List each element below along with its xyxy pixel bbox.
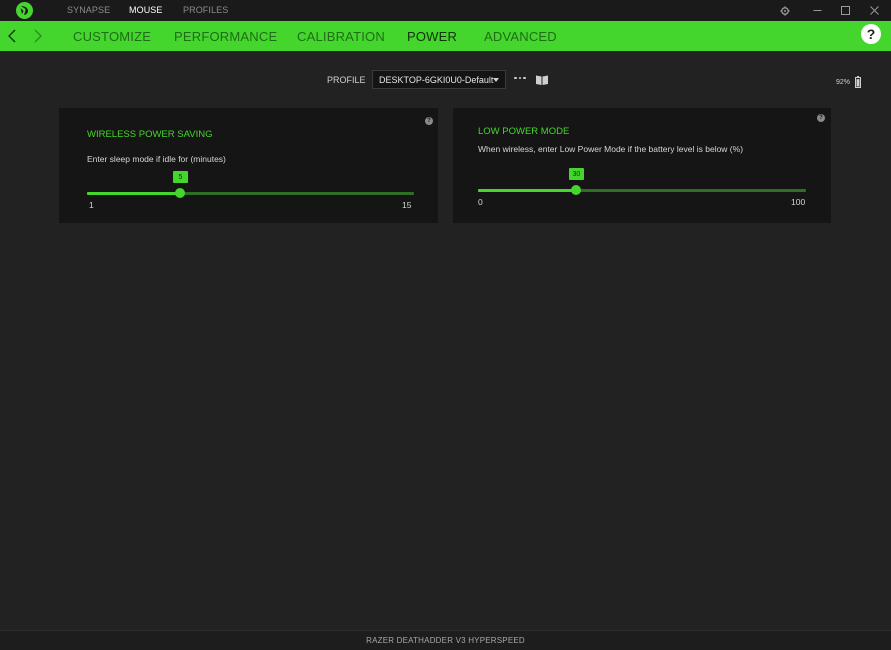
section-nav: CUSTOMIZE PERFORMANCE CALIBRATION POWER … <box>0 21 891 51</box>
caret-down-icon <box>493 78 499 82</box>
tab-advanced[interactable]: ADVANCED <box>484 29 557 44</box>
help-button[interactable]: ? <box>861 24 881 44</box>
slider-fill <box>87 192 181 195</box>
slider-max-label: 15 <box>402 200 412 210</box>
close-button[interactable] <box>864 2 884 19</box>
low-power-mode-panel: LOW POWER MODE ? When wireless, enter Lo… <box>453 108 831 223</box>
panel-description: When wireless, enter Low Power Mode if t… <box>478 144 744 154</box>
book-icon <box>536 75 548 85</box>
battery-percent: 92% <box>836 79 851 86</box>
slider-fill <box>478 189 577 192</box>
top-tab-profiles[interactable]: PROFILES <box>183 5 228 15</box>
razer-logo-icon <box>16 2 33 19</box>
minimize-icon <box>813 10 821 11</box>
chevron-left-icon <box>8 29 16 43</box>
slider-min-label: 0 <box>478 197 483 207</box>
panel-title: WIRELESS POWER SAVING <box>87 129 213 140</box>
more-dots-icon <box>514 76 517 80</box>
slider-min-label: 1 <box>89 200 94 210</box>
panel-description: Enter sleep mode if idle for (minutes) <box>87 154 226 164</box>
battery-icon <box>855 75 861 88</box>
top-tab-mouse[interactable]: MOUSE <box>129 5 163 15</box>
maximize-icon <box>840 6 850 15</box>
tab-calibration[interactable]: CALIBRATION <box>297 29 385 44</box>
tab-performance[interactable]: PERFORMANCE <box>174 29 277 44</box>
info-icon[interactable]: ? <box>425 117 433 125</box>
battery-threshold-slider[interactable] <box>478 189 806 192</box>
panel-title: LOW POWER MODE <box>478 126 570 137</box>
profile-dropdown[interactable]: DESKTOP-6GKI0U0-Default <box>372 70 506 89</box>
profile-selected-value: DESKTOP-6GKI0U0-Default <box>379 75 494 85</box>
profile-more-button[interactable] <box>514 75 526 81</box>
info-icon[interactable]: ? <box>817 114 825 122</box>
top-tab-synapse[interactable]: SYNAPSE <box>67 5 110 15</box>
settings-button[interactable] <box>775 2 795 19</box>
back-button[interactable] <box>6 27 18 45</box>
onboard-memory-button[interactable] <box>535 73 549 85</box>
slider-max-label: 100 <box>791 197 806 207</box>
slider-thumb[interactable] <box>571 185 582 195</box>
maximize-button[interactable] <box>835 2 855 19</box>
tab-power[interactable]: POWER <box>407 29 457 44</box>
chevron-right-icon <box>34 29 42 43</box>
gear-icon <box>780 5 790 16</box>
minimize-button[interactable] <box>807 2 827 19</box>
tab-customize[interactable]: CUSTOMIZE <box>73 29 151 44</box>
forward-button[interactable] <box>32 27 44 45</box>
slider-thumb[interactable] <box>175 188 186 198</box>
slider-value-bubble: 5 <box>172 171 188 183</box>
slider-value-bubble: 30 <box>568 168 584 180</box>
profile-label: PROFILE <box>327 75 366 85</box>
wireless-power-saving-panel: WIRELESS POWER SAVING ? Enter sleep mode… <box>59 108 438 223</box>
help-icon: ? <box>866 26 876 42</box>
sleep-timer-slider[interactable] <box>87 192 414 195</box>
device-name-footer: RAZER DEATHADDER V3 HYPERSPEED <box>0 630 891 650</box>
close-icon <box>869 6 879 15</box>
title-bar: SYNAPSE MOUSE PROFILES <box>0 0 891 21</box>
